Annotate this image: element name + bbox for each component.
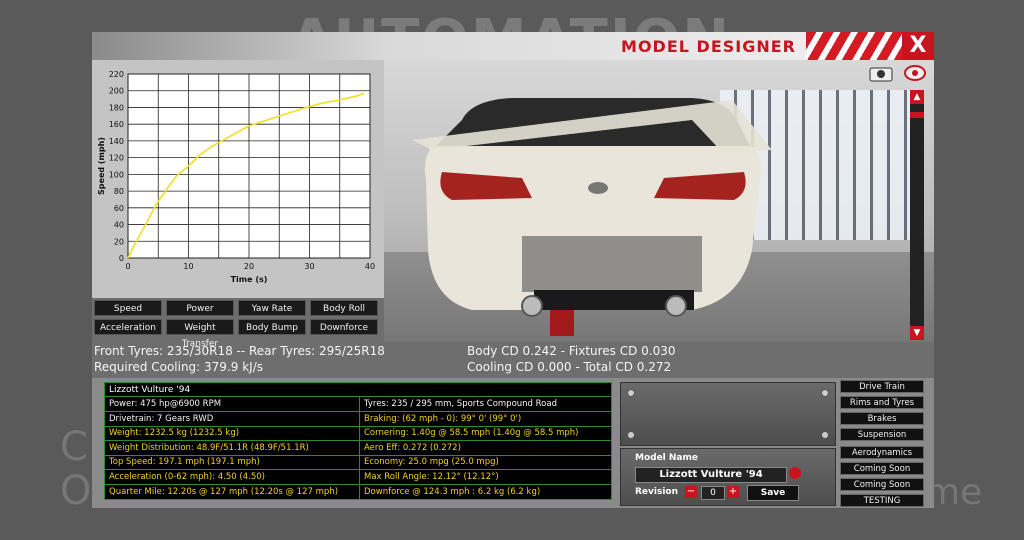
stat-left-0: Power: 475 hp@6900 RPM bbox=[105, 397, 359, 412]
graph-button-downforce[interactable]: Downforce bbox=[310, 319, 378, 335]
graph-button-power[interactable]: Power bbox=[166, 300, 234, 316]
graph-button-row-1: Speed Power Yaw Rate Body Roll bbox=[92, 300, 384, 318]
zoom-scrollbar[interactable]: ▲ ▼ bbox=[910, 90, 924, 340]
stat-left-3: Weight Distribution: 48.9F/51.1R (48.9F/… bbox=[105, 441, 359, 456]
y-tick-label-11: 220 bbox=[109, 70, 124, 79]
close-button[interactable]: X bbox=[902, 32, 934, 60]
y-tick-label-6: 120 bbox=[109, 154, 124, 163]
model-designer-window: MODEL DESIGNER X ▲ ▼ 0 20 40 60 80 100 1… bbox=[92, 32, 934, 508]
x-tick-label-2: 20 bbox=[244, 262, 254, 271]
stat-left-4: Top Speed: 197.1 mph (197.1 mph) bbox=[105, 455, 359, 471]
speed-chart: 0 20 40 60 80 100 120 140 160 180 200 220 0 10 20 30 40 T… bbox=[97, 70, 375, 284]
bg-left-line-2: O bbox=[60, 468, 92, 514]
title-stripes bbox=[806, 32, 902, 60]
model-name-plate: Model Name Lizzott Vulture '94 Revision … bbox=[620, 448, 836, 506]
stat-right-0: Tyres: 235 / 295 mm, Sports Compound Roa… bbox=[360, 397, 611, 412]
graph-button-acceleration[interactable]: Acceleration bbox=[94, 319, 162, 335]
brakes-button[interactable]: Brakes bbox=[840, 412, 924, 425]
stat-right-5: Max Roll Angle: 12.12° (12.12°) bbox=[360, 470, 611, 485]
stats-table: Lizzott Vulture '94 Power: 475 hp@6900 R… bbox=[104, 382, 612, 500]
cooling-info: Required Cooling: 379.9 kJ/s bbox=[94, 360, 263, 374]
stat-right-3: Aero Eff: 0.272 (0.272) bbox=[360, 441, 611, 456]
y-tick-label-3: 60 bbox=[114, 204, 124, 213]
y-axis-label: Speed (mph) bbox=[97, 137, 106, 195]
camera-icon[interactable] bbox=[868, 64, 894, 82]
graph-button-speed[interactable]: Speed bbox=[94, 300, 162, 316]
y-tick-label-1: 20 bbox=[114, 237, 124, 246]
empty-plate bbox=[620, 382, 836, 446]
revision-minus-button[interactable]: − bbox=[685, 486, 697, 498]
stats-panel: Lizzott Vulture '94 Power: 475 hp@6900 R… bbox=[92, 378, 934, 508]
tyres-info: Front Tyres: 235/30R18 -- Rear Tyres: 29… bbox=[94, 344, 385, 358]
drive-train-button[interactable]: Drive Train bbox=[840, 380, 924, 393]
aerodynamics-button[interactable]: Aerodynamics bbox=[840, 446, 924, 459]
graph-button-body-bump[interactable]: Body Bump bbox=[238, 319, 306, 335]
stats-header: Lizzott Vulture '94 bbox=[105, 383, 611, 397]
x-tick-label-4: 40 bbox=[365, 262, 375, 271]
scroll-up-button[interactable]: ▲ bbox=[910, 90, 924, 104]
randomize-name-icon[interactable] bbox=[789, 467, 801, 479]
drag-coefficient-info: Body CD 0.242 - Fixtures CD 0.030 bbox=[467, 344, 676, 358]
y-tick-label-5: 100 bbox=[109, 170, 124, 179]
car-model bbox=[412, 98, 772, 336]
model-name-label: Model Name bbox=[635, 453, 698, 463]
y-tick-label-9: 180 bbox=[109, 103, 124, 112]
total-drag-info: Cooling CD 0.000 - Total CD 0.272 bbox=[467, 360, 672, 374]
graph-button-row-2: Acceleration Weight Transfer Body Bump D… bbox=[92, 319, 384, 349]
bg-left-line-1: C bbox=[60, 424, 88, 470]
revision-plus-button[interactable]: + bbox=[727, 486, 739, 498]
stat-left-1: Drivetrain: 7 Gears RWD bbox=[105, 412, 359, 427]
window-title: MODEL DESIGNER bbox=[621, 37, 796, 56]
y-tick-label-8: 160 bbox=[109, 120, 124, 129]
revision-label: Revision bbox=[635, 487, 679, 497]
coming-soon-button-2[interactable]: Coming Soon bbox=[840, 478, 924, 491]
y-tick-label-7: 140 bbox=[109, 137, 124, 146]
stat-right-6: Downforce @ 124.3 mph : 6.2 kg (6.2 kg) bbox=[360, 485, 611, 500]
stat-left-2: Weight: 1232.5 kg (1232.5 kg) bbox=[105, 426, 359, 442]
testing-button[interactable]: TESTING bbox=[840, 494, 924, 507]
chart-panel: 0 20 40 60 80 100 120 140 160 180 200 220 0 10 20 30 40 T… bbox=[92, 60, 384, 298]
graph-button-body-roll[interactable]: Body Roll bbox=[310, 300, 378, 316]
suspension-button[interactable]: Suspension bbox=[840, 428, 924, 441]
eye-icon[interactable] bbox=[904, 64, 926, 82]
model-name-input[interactable]: Lizzott Vulture '94 bbox=[635, 467, 787, 483]
revision-value: 0 bbox=[701, 486, 725, 500]
x-tick-label-3: 30 bbox=[304, 262, 314, 271]
x-tick-label-1: 10 bbox=[183, 262, 193, 271]
stat-right-2: Cornering: 1.40g @ 58.5 mph (1.40g @ 58.… bbox=[360, 426, 611, 442]
car-viewport[interactable]: ▲ ▼ bbox=[384, 60, 934, 342]
scroll-thumb[interactable] bbox=[910, 112, 924, 118]
graph-button-yaw-rate[interactable]: Yaw Rate bbox=[238, 300, 306, 316]
coming-soon-button-1[interactable]: Coming Soon bbox=[840, 462, 924, 475]
y-tick-label-4: 80 bbox=[114, 187, 124, 196]
rims-and-tyres-button[interactable]: Rims and Tyres bbox=[840, 396, 924, 409]
y-tick-label-2: 40 bbox=[114, 221, 124, 230]
background-left-text: C O bbox=[60, 425, 91, 513]
save-button[interactable]: Save bbox=[747, 485, 799, 501]
y-tick-label-10: 200 bbox=[109, 87, 124, 96]
scroll-down-button[interactable]: ▼ bbox=[910, 326, 924, 340]
y-tick-label-0: 0 bbox=[119, 254, 124, 263]
x-tick-label-0: 0 bbox=[125, 262, 130, 271]
stat-right-4: Economy: 25.0 mpg (25.0 mpg) bbox=[360, 455, 611, 471]
x-axis-label: Time (s) bbox=[231, 275, 268, 284]
graph-button-weight-transfer[interactable]: Weight Transfer bbox=[166, 319, 234, 349]
stat-left-5: Acceleration (0-62 mph): 4.50 (4.50) bbox=[105, 470, 359, 485]
title-bar: MODEL DESIGNER X bbox=[92, 32, 934, 60]
stat-left-6: Quarter Mile: 12.20s @ 127 mph (12.20s @… bbox=[105, 485, 359, 500]
stat-right-1: Braking: (62 mph - 0): 99° 0' (99° 0') bbox=[360, 412, 611, 427]
